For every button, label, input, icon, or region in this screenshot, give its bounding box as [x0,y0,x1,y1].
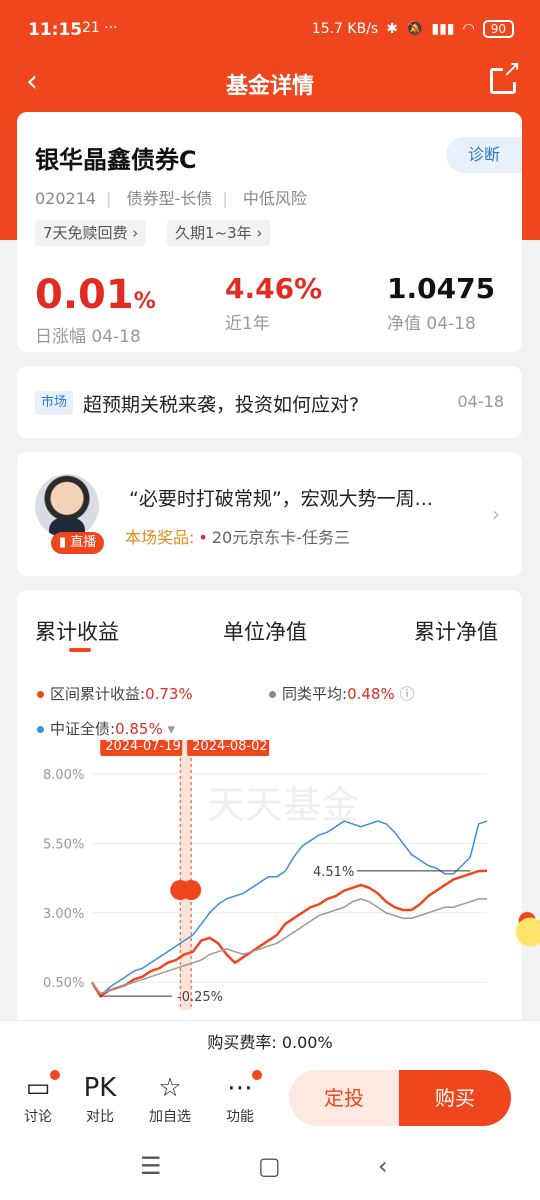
notification-icons: 21 ··· [82,20,118,36]
legend-index[interactable]: 中证全债:0.85% ▾ [37,718,175,739]
fund-meta: 020214 | 债券型-长债 | 中低风险 [35,189,307,208]
news-date: 04-18 [457,392,505,411]
y-tick-label: 5.50% [43,837,84,852]
range-handle[interactable] [181,880,202,900]
info-icon[interactable]: ⓘ [400,685,415,703]
fund-name: 银华晶鑫债券C [35,146,197,174]
fee-value: 0.00% [281,1033,333,1052]
chevron-right-icon: › [492,502,500,526]
notification-dot [252,1070,262,1080]
live-title: “必要时打破常规”，宏观大势一周... [129,488,433,510]
tag-redemption[interactable]: 7天免赎回费 › [35,220,147,246]
live-badge: ▮ 直播 [51,532,105,554]
page-title: 基金详情 [225,74,314,99]
chart-card: 累计收益 单位净值 累计净值 区间累计收益:0.73% 同类平均:0.48% ⓘ… [17,590,522,1030]
status-right: 15.7 KB/s ✱ 🔕 ▮▮▮ ◠ 90 [312,20,514,38]
tab-cumulative-return[interactable]: 累计收益 [35,616,119,646]
y-tick-label: 0.50% [43,976,84,991]
daily-change-value: 0.01% [35,272,156,318]
nav-value: 1.0475 [387,272,496,305]
annotation-min: -0.25% [177,990,223,1005]
diagnose-button[interactable]: 诊断 [446,137,522,173]
live-card[interactable]: ▮ 直播 “必要时打破常规”，宏观大势一周... 本场奖品: • 20元京东卡-任务… [17,452,522,576]
notification-dot [50,1070,60,1080]
bluetooth-icon: ✱ [386,21,398,37]
live-prize: 本场奖品: • 20元京东卡-任务三 [125,528,350,547]
nav-bar: ‹ 基金详情 [0,56,540,108]
marker-date: 2024-08-02 [192,740,268,754]
news-text: 超预期关税来袭，投资如何应对? [83,394,360,416]
marker-date: 2024-07-19 [105,740,181,754]
action-bar: ▭ 讨论 PK 对比 ☆ 加自选 ⋯ 功能 定投 购买 [0,1064,540,1136]
stat-year-return: 4.46% 近1年 [225,272,322,334]
tag-duration[interactable]: 久期1~3年 › [167,220,271,246]
fee-bar: 购买费率: 0.00% [0,1020,540,1064]
net-speed: 15.7 KB/s [311,21,379,37]
news-tag: 市场 [35,391,74,415]
star-icon: ☆ [158,1073,182,1103]
battery-icon: 90 [482,20,514,38]
back-icon[interactable]: ‹ [378,1152,388,1180]
discuss-button[interactable]: ▭ 讨论 [10,1070,66,1126]
stat-nav: 1.0475 净值 04-18 [387,272,495,334]
nav-label: 净值 04-18 [387,314,476,334]
marker-band [180,740,192,1010]
live-bars-icon: ▮ [59,535,71,550]
fee-label: 购买费率: [207,1033,277,1052]
share-icon[interactable] [490,57,521,94]
legend-peer: 同类平均:0.48% ⓘ [269,683,415,704]
mute-icon: 🔕 [405,21,424,37]
annotation-max: 4.51% [313,865,354,880]
dropdown-icon[interactable]: ▾ [168,720,176,738]
wifi-icon: ◠ [462,21,475,37]
tab-cumulative-nav[interactable]: 累计净值 [414,616,498,646]
signal-icon: ▮▮▮ [431,21,455,37]
y-tick-label: 3.00% [43,907,84,922]
return-chart[interactable]: 8.00% 5.50% 3.00% 0.50% 天天基金 2024-07-19 2024-0… [17,740,522,1020]
chart-tabs: 累计收益 单位净值 累计净值 [17,616,522,656]
tab-underline [69,648,91,652]
daily-change-label: 日涨幅 04-18 [35,327,141,347]
fund-code: 020214 [35,189,97,208]
menu-icon[interactable]: ☰ [140,1152,162,1180]
buy-button[interactable]: 购买 [399,1070,511,1126]
watermark: 天天基金 [207,783,359,827]
fund-type: 债券型-长债 [126,189,213,208]
system-nav-bar: ☰ ▢ ‹ [0,1136,540,1200]
regular-invest-button[interactable]: 定投 [289,1070,399,1126]
tab-unit-nav[interactable]: 单位净值 [223,616,307,646]
compare-icon: PK [83,1073,117,1103]
year-return-value: 4.46% [225,272,323,305]
watchlist-button[interactable]: ☆ 加自选 [142,1070,198,1126]
legend-fund: 区间累计收益:0.73% [37,683,193,704]
fund-summary-card: 银华晶鑫债券C 诊断 020214 | 债券型-长债 | 中低风险 7天免赎回费 ›… [17,112,522,352]
home-icon[interactable]: ▢ [258,1152,281,1180]
news-card[interactable]: 市场 超预期关税来袭，投资如何应对? 04-18 [17,366,522,438]
stat-daily-change: 0.01% 日涨幅 04-18 [35,272,156,347]
fund-risk: 中低风险 [242,189,307,208]
status-time: 11:15 [28,20,83,40]
avatar [35,474,99,538]
year-return-label: 近1年 [225,314,270,334]
compare-button[interactable]: PK 对比 [72,1070,128,1126]
functions-button[interactable]: ⋯ 功能 [212,1070,268,1126]
y-tick-label: 8.00% [43,768,84,783]
status-bar: 11:15 21 ··· 15.7 KB/s ✱ 🔕 ▮▮▮ ◠ 90 [0,0,540,60]
mascot-icon[interactable] [508,906,540,964]
